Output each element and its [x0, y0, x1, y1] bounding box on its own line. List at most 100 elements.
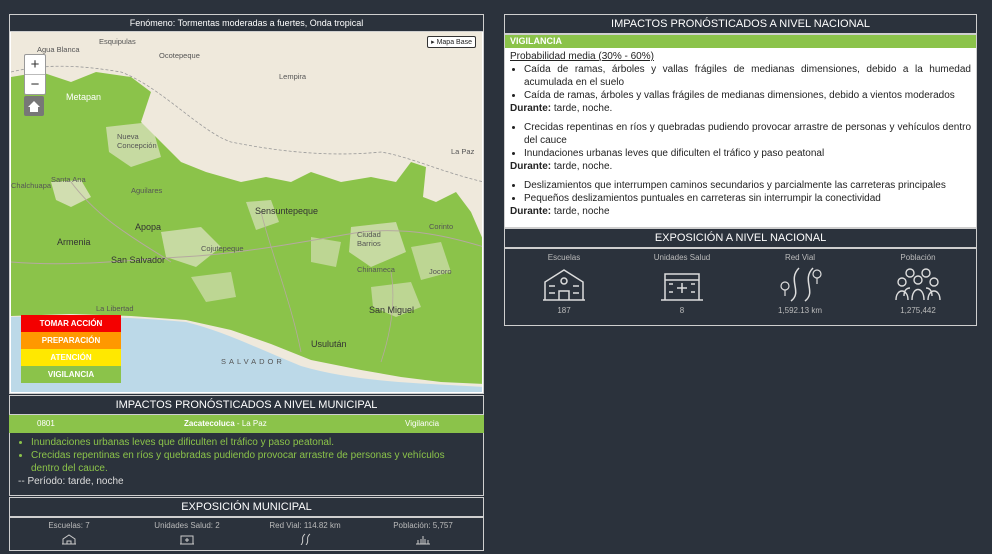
hospital-icon	[180, 535, 194, 545]
national-probability: Probabilidad media (30% - 60%)	[510, 51, 654, 62]
municipal-schools-label: Escuelas: 7	[48, 521, 90, 530]
municipal-exposure: Escuelas: 7 Unidades Salud: 2 Red Vial: …	[9, 517, 484, 551]
national-duration: Durante: tarde, noche	[510, 205, 971, 218]
basemap-button[interactable]: ▸ Mapa Base	[427, 36, 476, 48]
municipal-schools: Escuelas: 7	[14, 521, 124, 545]
population-icon	[416, 536, 430, 545]
national-impact-item: Inundaciones urbanas leves que dificulte…	[524, 147, 971, 160]
national-schools-label: Escuelas	[547, 253, 581, 262]
map-label: Cojutepeque	[201, 244, 244, 253]
national-duration: Durante: tarde, noche.	[510, 102, 971, 115]
municipal-period: -- Período: tarde, noche	[18, 476, 124, 487]
municipal-impacts: Inundaciones urbanas leves que dificulte…	[9, 433, 484, 496]
school-icon	[543, 269, 585, 301]
national-roads: Red Vial 1,592.13 km	[741, 253, 859, 315]
basemap-icon: ▸	[431, 39, 435, 46]
map-label: SALVADOR	[221, 357, 285, 366]
map-label: Santa Ana	[51, 175, 86, 184]
zoom-in-button[interactable]: +	[25, 55, 45, 75]
national-title: IMPACTOS PRONÓSTICADOS A NIVEL NACIONAL	[504, 14, 977, 34]
legend-preparacion: PREPARACIÓN	[21, 332, 121, 349]
national-schools-value: 187	[557, 306, 571, 315]
zoom-control: + −	[24, 54, 46, 95]
national-duration: Durante: tarde, noche.	[510, 160, 971, 173]
legend-vigilancia: VIGILANCIA	[21, 366, 121, 383]
map-title: Fenómeno: Tormentas moderadas a fuertes,…	[10, 15, 483, 32]
map-panel: Fenómeno: Tormentas moderadas a fuertes,…	[9, 14, 484, 394]
municipal-impact-item: Crecidas repentinas en ríos y quebradas …	[31, 449, 475, 475]
map-label: Apopa	[135, 222, 162, 232]
national-roads-label: Red Vial	[784, 253, 816, 262]
duration-label: Durante:	[510, 206, 552, 217]
municipal-health-label: Unidades Salud: 2	[154, 521, 220, 530]
home-icon	[28, 101, 40, 112]
map-label: Ciudad Barrios	[357, 230, 381, 248]
legend-atencion: ATENCIÓN	[21, 349, 121, 366]
school-icon	[62, 534, 76, 545]
road-icon	[300, 533, 311, 545]
map-legend: TOMAR ACCIÓN PREPARACIÓN ATENCIÓN VIGILA…	[21, 315, 121, 383]
map-label: Aguilares	[131, 186, 163, 195]
municipal-impact-item: Inundaciones urbanas leves que dificulte…	[31, 436, 475, 449]
map-label: La Libertad	[96, 304, 134, 313]
duration-value: tarde, noche.	[551, 103, 613, 114]
map-label: La Paz	[451, 147, 475, 156]
national-impact-item: Caída de ramas, árboles y vallas frágile…	[524, 89, 971, 102]
map-label: Ocotepeque	[159, 51, 200, 60]
municipal-exposure-title: EXPOSICIÓN MUNICIPAL	[9, 497, 484, 517]
map-label: Chalchuapa	[11, 181, 52, 190]
map-label: Usulután	[311, 339, 347, 349]
municipal-name: Zacatecoluca	[184, 419, 235, 428]
map-label: Esquipulas	[99, 37, 136, 46]
population-icon	[895, 268, 941, 301]
municipal-code: 0801	[37, 419, 55, 428]
municipal-roads: Red Vial: 114.82 km	[250, 521, 360, 545]
municipal-roads-label: Red Vial: 114.82 km	[269, 521, 341, 530]
municipal-row[interactable]: 0801 Zacatecoluca - La Paz Vigilancia	[9, 415, 484, 433]
map-label: San Miguel	[369, 305, 415, 315]
national-population: Población 1,275,442	[859, 253, 977, 315]
national-health-value: 8	[679, 306, 685, 315]
home-button[interactable]	[24, 96, 44, 116]
map-canvas[interactable]: Agua Blanca Esquipulas Ocotepeque Metapa…	[11, 32, 482, 392]
national-exposure-title: EXPOSICIÓN A NIVEL NACIONAL	[504, 228, 977, 248]
map-label: Nueva Concepción	[117, 132, 157, 150]
national-population-value: 1,275,442	[900, 306, 936, 315]
national-impact-item: Pequeños deslizamientos puntuales en car…	[524, 192, 971, 205]
municipal-dept: - La Paz	[234, 419, 267, 428]
national-impact-item: Crecidas repentinas en ríos y quebradas …	[524, 121, 971, 147]
duration-value: tarde, noche.	[551, 161, 613, 172]
municipal-population: Población: 5,757	[368, 521, 478, 545]
national-impacts: VIGILANCIA Probabilidad media (30% - 60%…	[504, 34, 977, 228]
duration-label: Durante:	[510, 161, 552, 172]
duration-value: tarde, noche	[551, 206, 610, 217]
national-impact-item: Caída de ramas, árboles y vallas frágile…	[524, 63, 971, 89]
map-label: San Salvador	[111, 255, 166, 265]
municipal-health: Unidades Salud: 2	[132, 521, 242, 545]
municipal-population-label: Población: 5,757	[393, 521, 453, 530]
national-level-bar: VIGILANCIA	[505, 35, 976, 48]
map-label: Corinto	[429, 222, 454, 231]
national-impact-item: Deslizamientos que interrumpen caminos s…	[524, 179, 971, 192]
municipal-name-wrap: Zacatecoluca - La Paz	[184, 415, 267, 432]
map-label: Metapan	[66, 92, 102, 102]
map-label: Lempira	[279, 72, 307, 81]
national-schools: Escuelas 187	[505, 253, 623, 315]
basemap-label: Mapa Base	[436, 39, 472, 46]
legend-tomar-accion: TOMAR ACCIÓN	[21, 315, 121, 332]
municipal-title: IMPACTOS PRONÓSTICADOS A NIVEL MUNICIPAL	[9, 395, 484, 415]
road-icon	[780, 267, 822, 302]
hospital-icon	[661, 273, 703, 301]
municipal-level: Vigilancia	[405, 419, 440, 428]
map-label: Jocoro	[429, 267, 452, 276]
map-label: Agua Blanca	[37, 45, 80, 54]
national-exposure: Escuelas 187 Unidades Salud 8 Red Vial 1…	[504, 248, 977, 326]
map-label: Chinameca	[357, 265, 395, 274]
national-roads-value: 1,592.13 km	[777, 306, 823, 315]
map-label: Armenia	[57, 237, 91, 247]
zoom-out-button[interactable]: −	[25, 75, 45, 94]
duration-label: Durante:	[510, 103, 552, 114]
national-health: Unidades Salud 8	[623, 253, 741, 315]
national-population-label: Población	[900, 253, 936, 262]
national-health-label: Unidades Salud	[653, 253, 711, 262]
